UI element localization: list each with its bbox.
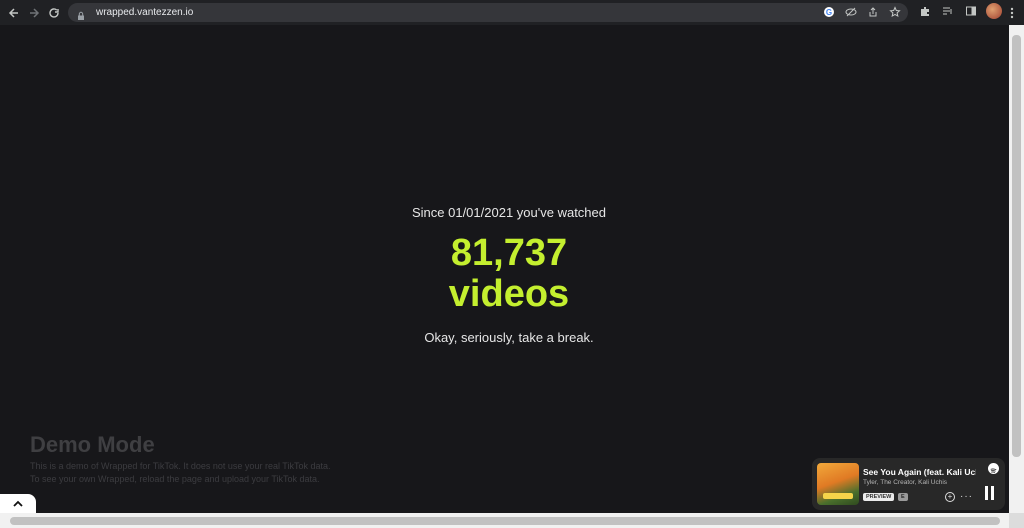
scroll-up-button[interactable]	[0, 494, 36, 514]
spotify-logo-icon[interactable]	[988, 463, 999, 474]
spotify-player[interactable]: See You Again (feat. Kali Uchis) Tyler, …	[812, 458, 1005, 510]
album-cover	[817, 463, 859, 505]
demo-notice: Demo Mode This is a demo of Wrapped for …	[30, 432, 330, 484]
star-icon[interactable]	[888, 5, 902, 19]
google-icon[interactable]: G	[822, 5, 836, 19]
reload-icon[interactable]	[44, 3, 64, 23]
video-unit: videos	[448, 273, 570, 315]
lock-icon	[76, 8, 86, 20]
page-content: Since 01/01/2021 you've watched 81,737 v…	[0, 25, 1009, 513]
avatar[interactable]	[986, 3, 1002, 19]
media-queue-icon[interactable]	[940, 3, 956, 19]
more-options-icon[interactable]: ···	[960, 491, 973, 502]
song-title[interactable]: See You Again (feat. Kali Uchis)	[863, 467, 976, 477]
preview-badge: PREVIEW	[863, 493, 895, 501]
url-text: wrapped.vantezzen.io	[96, 7, 194, 18]
demo-line-1: This is a demo of Wrapped for TikTok. It…	[30, 461, 331, 471]
menu-icon[interactable]	[1002, 3, 1022, 23]
song-artist[interactable]: Tyler, The Creator, Kali Uchis	[863, 479, 947, 486]
browser-toolbar: wrapped.vantezzen.io G	[0, 0, 1024, 25]
extensions-icon[interactable]	[917, 3, 933, 19]
address-bar[interactable]: wrapped.vantezzen.io G	[68, 3, 908, 22]
break-message: Okay, seriously, take a break.	[424, 330, 594, 345]
chevron-up-icon	[13, 500, 23, 507]
demo-line-2: To see your own Wrapped, reload the page…	[30, 474, 320, 484]
add-icon[interactable]: +	[945, 492, 955, 502]
scrollbar-corner	[1009, 513, 1024, 528]
svg-text:G: G	[826, 8, 832, 17]
horizontal-scroll-thumb[interactable]	[10, 517, 1000, 525]
demo-title: Demo Mode	[30, 432, 155, 457]
video-count: 81,737	[450, 232, 568, 274]
eye-off-icon[interactable]	[844, 5, 858, 19]
side-panel-icon[interactable]	[963, 3, 979, 19]
vertical-scrollbar[interactable]	[1009, 25, 1024, 513]
share-icon[interactable]	[866, 5, 880, 19]
pause-button[interactable]	[980, 484, 998, 502]
forward-icon[interactable]	[24, 3, 44, 23]
vertical-scroll-thumb[interactable]	[1012, 35, 1021, 457]
since-text: Since 01/01/2021 you've watched	[411, 205, 606, 220]
horizontal-scrollbar[interactable]	[0, 513, 1009, 528]
back-icon[interactable]	[4, 3, 24, 23]
explicit-badge: E	[898, 493, 908, 501]
